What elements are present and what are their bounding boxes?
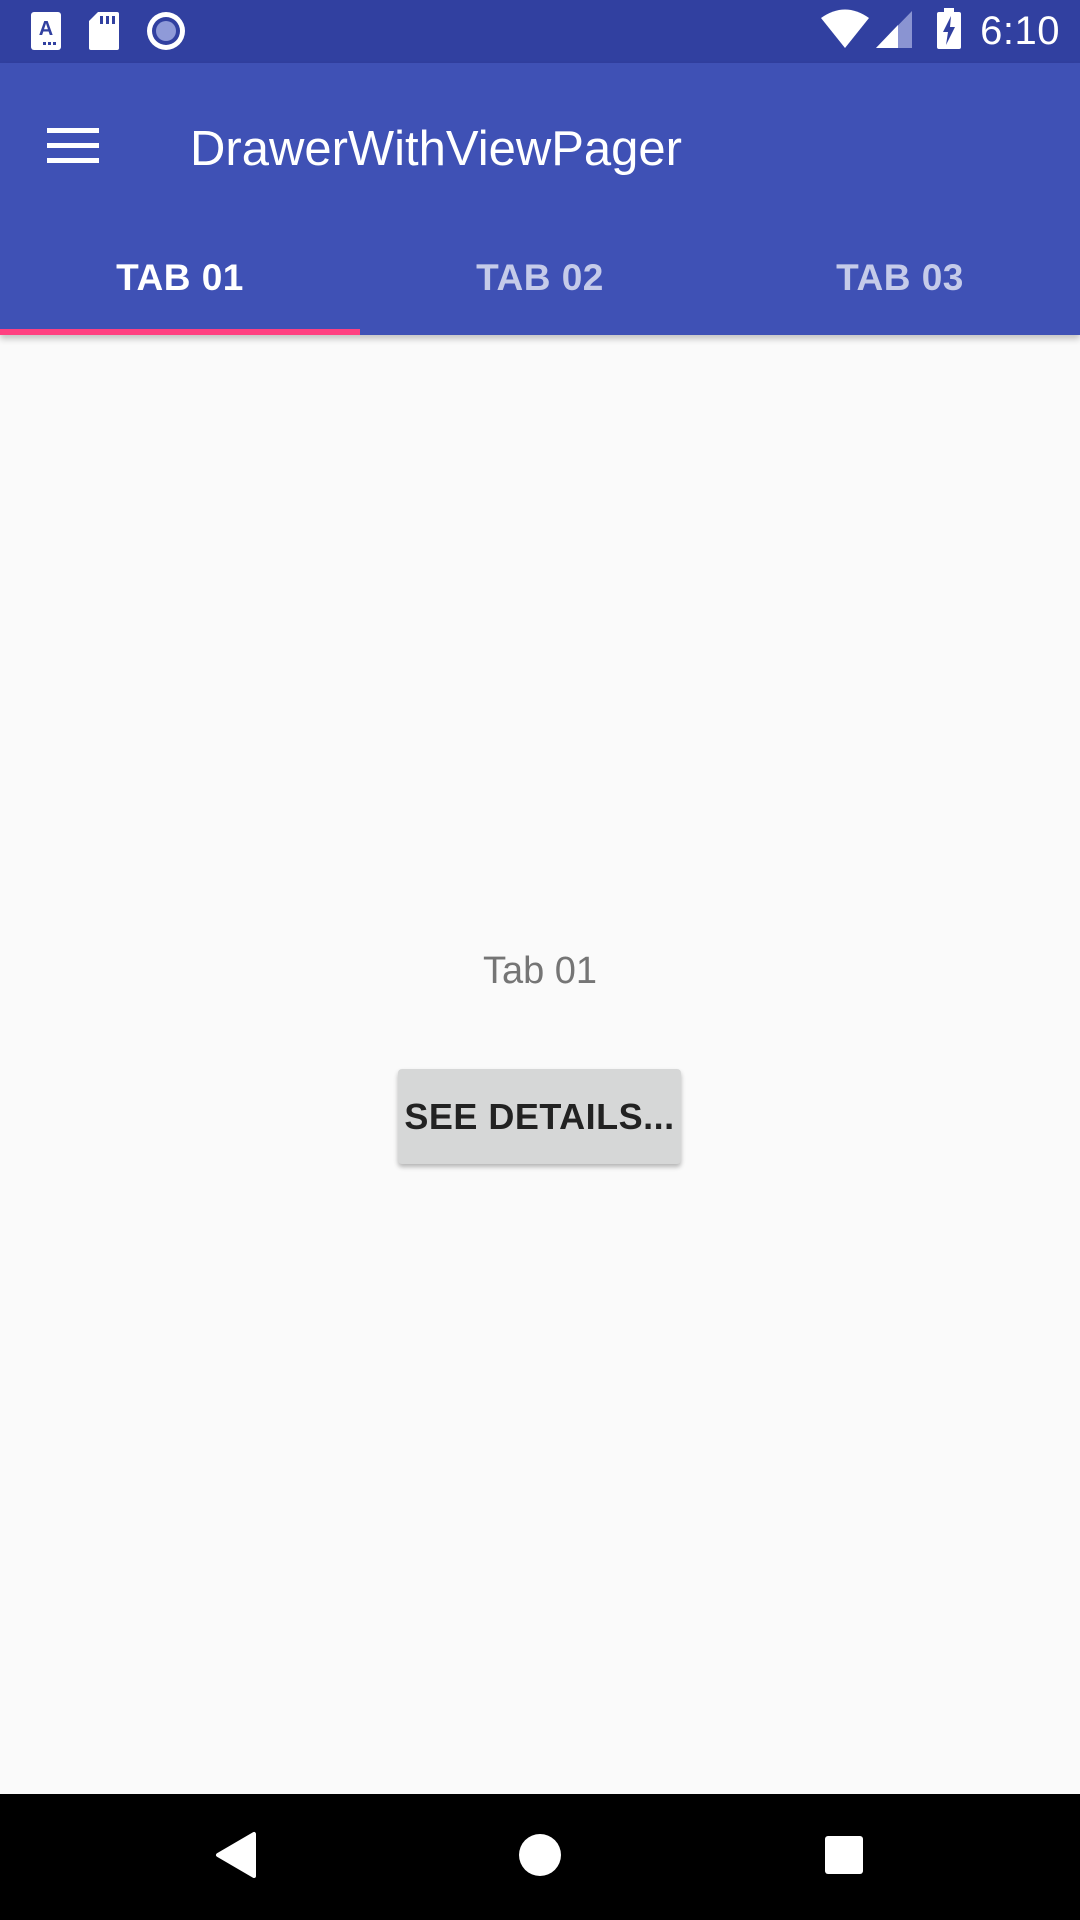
signal-icon	[874, 9, 914, 54]
font-icon: A	[30, 11, 62, 56]
tab-indicator	[0, 329, 360, 335]
hamburger-menu-icon	[47, 127, 99, 169]
app-bar: DrawerWithViewPager TAB 01 TAB 02 TAB 03	[0, 63, 1080, 335]
back-button[interactable]	[198, 1819, 274, 1895]
sd-card-icon	[88, 11, 120, 56]
see-details-button[interactable]: SEE DETAILS...	[398, 1069, 681, 1164]
tab-02[interactable]: TAB 02	[360, 220, 720, 335]
recents-icon	[824, 1835, 864, 1880]
record-icon	[146, 11, 186, 56]
battery-charging-icon	[936, 7, 962, 55]
status-bar: A 6:10	[0, 0, 1080, 63]
navigation-bar	[0, 1794, 1080, 1920]
home-button[interactable]	[502, 1819, 578, 1895]
tab-01[interactable]: TAB 01	[0, 220, 360, 335]
menu-button[interactable]	[30, 105, 116, 191]
recents-button[interactable]	[806, 1819, 882, 1895]
status-left-icons: A	[30, 11, 186, 56]
home-icon	[518, 1833, 562, 1882]
tab-03[interactable]: TAB 03	[720, 220, 1080, 335]
status-right-icons: 6:10	[820, 7, 1060, 55]
tab-content-label: Tab 01	[482, 950, 598, 992]
wifi-icon	[820, 9, 870, 54]
status-time: 6:10	[980, 8, 1060, 53]
back-icon	[214, 1831, 258, 1884]
app-title: DrawerWithViewPager	[190, 122, 682, 176]
tab-bar: TAB 01 TAB 02 TAB 03	[0, 220, 1080, 335]
svg-text:A: A	[39, 18, 53, 40]
